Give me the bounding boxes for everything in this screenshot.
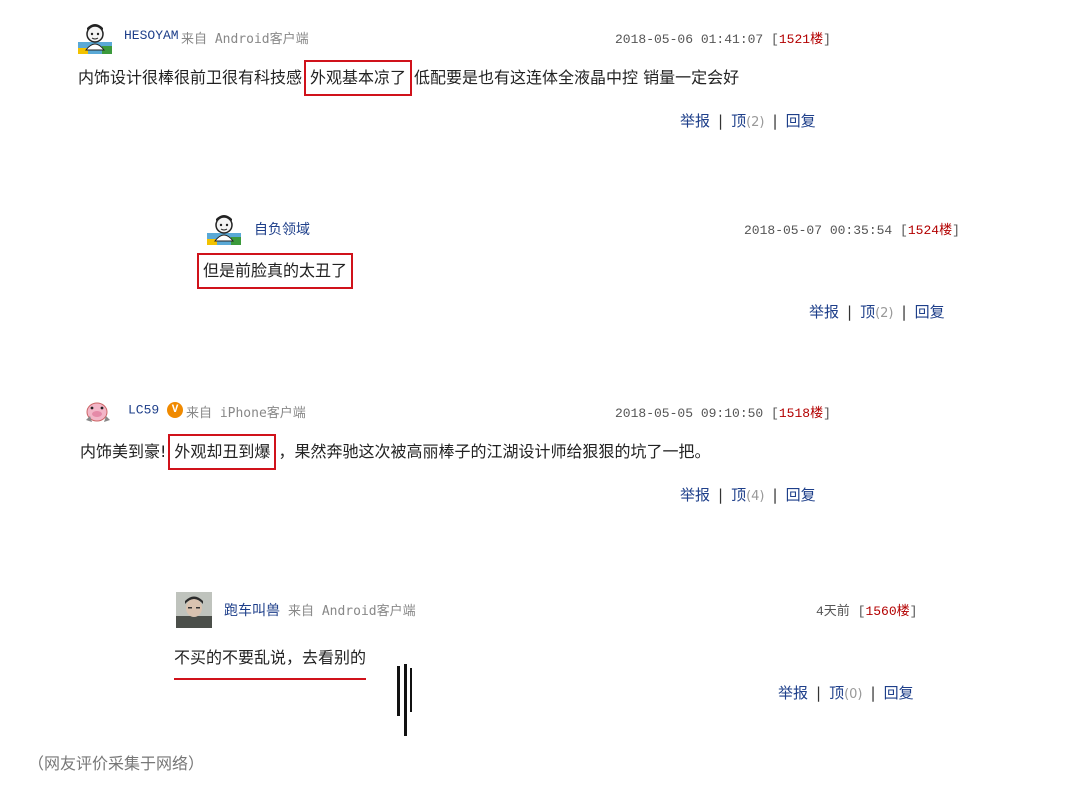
highlight-underline: 不买的不要乱说，去看别的 <box>174 644 367 680</box>
comment-1524: 自负领域 2018-05-07 00:35:54 [1524楼] 但是前脸真的太… <box>197 211 960 331</box>
upvote-count: (2) <box>875 306 894 321</box>
timestamp: 2018-05-05 09:10:50 <box>615 406 764 421</box>
comment-actions: 举报 | 顶(4) | 回复 <box>680 486 816 504</box>
comment-actions: 举报 | 顶(2) | 回复 <box>809 303 945 321</box>
comment-text: 不买的不要乱说，去看别的 <box>174 644 367 680</box>
comment-1560: 跑车叫兽 来自 Android客户端 4天前 [1560楼] 不买的不要乱说，去… <box>174 592 936 712</box>
user-avatar[interactable] <box>78 20 112 54</box>
floor-number: 1521楼 <box>778 32 824 47</box>
upvote-count: (2) <box>746 115 765 130</box>
post-time: 4天前 [1560楼] <box>816 604 918 619</box>
upvote-link[interactable]: 顶(2) <box>860 303 893 321</box>
user-avatar[interactable] <box>207 211 241 245</box>
timestamp: 2018-05-06 01:41:07 <box>615 32 764 47</box>
comment-actions: 举报 | 顶(2) | 回复 <box>680 112 816 130</box>
upvote-link[interactable]: 顶(4) <box>731 486 764 504</box>
username[interactable]: 跑车叫兽 <box>224 600 280 620</box>
upvote-link[interactable]: 顶(2) <box>731 112 764 130</box>
reply-link[interactable]: 回复 <box>786 486 816 504</box>
username[interactable]: LC59 V <box>128 402 184 418</box>
comment-1521: HESOYAM 来自 Android客户端 2018-05-06 01:41:0… <box>78 20 838 140</box>
comment-actions: 举报 | 顶(0) | 回复 <box>778 684 914 702</box>
source-note: （网友评价采集于网络） <box>28 754 205 773</box>
report-link[interactable]: 举报 <box>680 112 710 130</box>
reply-link[interactable]: 回复 <box>915 303 945 321</box>
comment-text: 内饰设计很棒很前卫很有科技感 外观基本凉了 低配要是也有这连体全液晶中控 销量一定会… <box>78 60 739 96</box>
upvote-count: (0) <box>844 687 863 702</box>
highlight-box: 但是前脸真的太丑了 <box>197 253 354 289</box>
floor-number: 1518楼 <box>778 406 824 421</box>
comment-text: 但是前脸真的太丑了 <box>195 253 355 289</box>
user-avatar[interactable] <box>176 592 212 628</box>
upvote-count: (4) <box>746 489 765 504</box>
username[interactable]: HESOYAM <box>124 28 179 43</box>
comment-1518: LC59 V 来自 iPhone客户端 2018-05-05 09:10:50 … <box>80 394 840 514</box>
comment-text: 内饰美到豪! 外观却丑到爆 ，果然奔驰这次被高丽棒子的江湖设计师给狠狠的坑了一把。 <box>80 434 710 470</box>
report-link[interactable]: 举报 <box>809 303 839 321</box>
reply-link[interactable]: 回复 <box>884 684 914 702</box>
highlight-box: 外观却丑到爆 <box>168 434 277 470</box>
highlight-box: 外观基本凉了 <box>304 60 413 96</box>
post-time: 2018-05-05 09:10:50 [1518楼] <box>615 406 831 421</box>
verified-badge-icon: V <box>167 402 184 418</box>
upvote-link[interactable]: 顶(0) <box>829 684 862 702</box>
user-avatar[interactable] <box>80 394 114 428</box>
speechless-marks <box>396 664 416 736</box>
post-time: 2018-05-06 01:41:07 [1521楼] <box>615 32 831 47</box>
floor-number: 1524楼 <box>907 223 953 238</box>
floor-number: 1560楼 <box>865 604 910 619</box>
post-time: 2018-05-07 00:35:54 [1524楼] <box>744 223 960 238</box>
report-link[interactable]: 举报 <box>680 486 710 504</box>
timestamp: 4天前 <box>816 604 850 619</box>
report-link[interactable]: 举报 <box>778 684 808 702</box>
reply-link[interactable]: 回复 <box>786 112 816 130</box>
client-source: 来自 Android客户端 <box>288 604 416 619</box>
username[interactable]: 自负领域 <box>254 219 310 239</box>
timestamp: 2018-05-07 00:35:54 <box>744 223 893 238</box>
client-source: 来自 Android客户端 <box>181 32 309 47</box>
client-source: 来自 iPhone客户端 <box>186 406 306 421</box>
